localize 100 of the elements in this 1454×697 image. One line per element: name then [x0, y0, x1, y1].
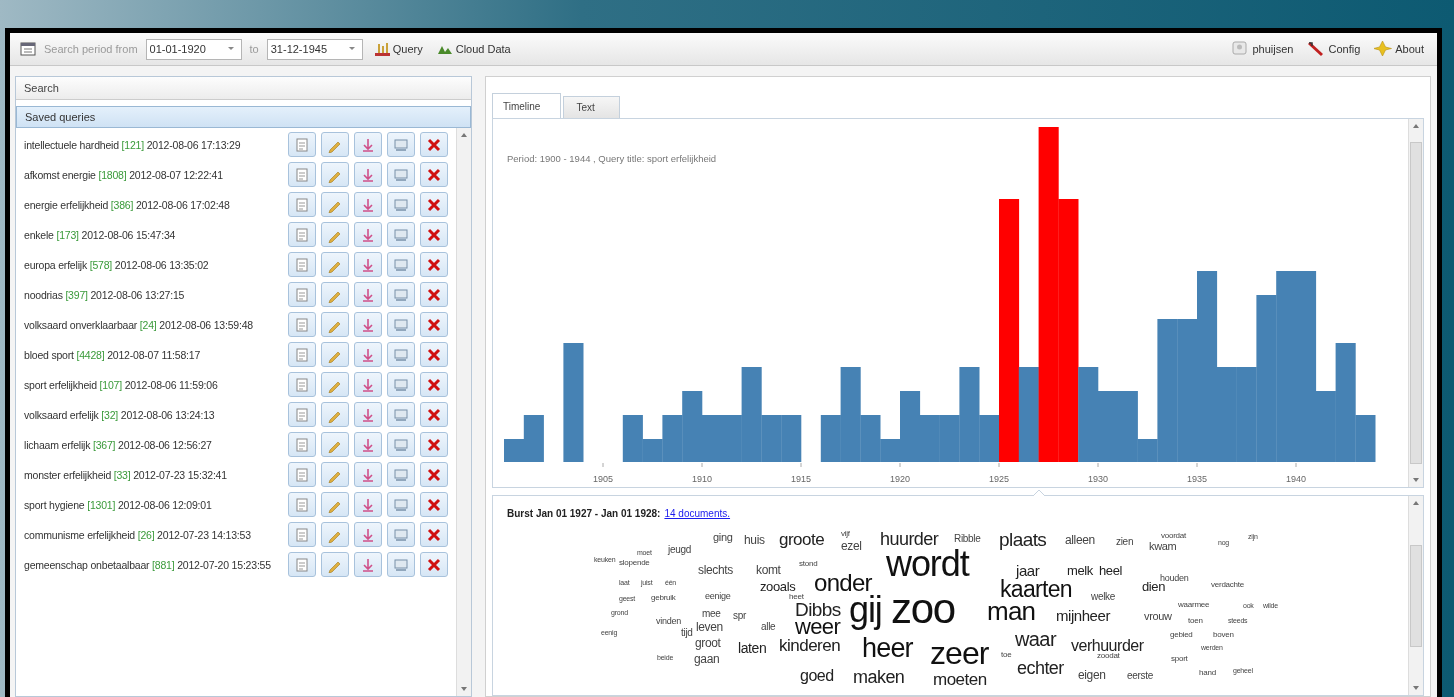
histogram-bar[interactable]	[1296, 271, 1317, 462]
cloud-word[interactable]: ging	[713, 532, 733, 543]
cloud-word[interactable]: kaarten	[1000, 578, 1072, 601]
cloud-word[interactable]: sport	[1171, 655, 1188, 663]
cloud-word[interactable]: alle	[761, 622, 776, 632]
histogram-bar[interactable]	[820, 415, 841, 462]
download-button[interactable]	[354, 552, 382, 577]
cloud-word[interactable]: Dibbs	[795, 600, 841, 619]
display-button[interactable]	[387, 132, 415, 157]
open-button[interactable]	[288, 162, 316, 187]
cloud-word[interactable]: hand	[1199, 669, 1216, 677]
cloud-word[interactable]: kwam	[1149, 541, 1177, 552]
display-button[interactable]	[387, 372, 415, 397]
cloud-word[interactable]: weer	[795, 616, 841, 638]
edit-button[interactable]	[321, 252, 349, 277]
download-button[interactable]	[354, 372, 382, 397]
cloud-word[interactable]: huis	[744, 534, 765, 546]
histogram-bar[interactable]	[1197, 271, 1218, 462]
cloud-word[interactable]: slechts	[698, 564, 733, 576]
download-button[interactable]	[354, 282, 382, 307]
cloud-word[interactable]: echter	[1017, 659, 1064, 677]
cloud-word[interactable]: eerste	[1127, 671, 1153, 681]
cloud-word[interactable]: leven	[696, 621, 723, 633]
delete-button[interactable]	[420, 192, 448, 217]
cloud-word[interactable]: mijnheer	[1056, 608, 1110, 623]
edit-button[interactable]	[321, 492, 349, 517]
cloud-word[interactable]: stond	[799, 560, 818, 568]
cloud-word[interactable]: waarmee	[1178, 601, 1210, 609]
open-button[interactable]	[288, 372, 316, 397]
cloud-word[interactable]: heel	[1099, 564, 1123, 577]
cloud-word[interactable]: mee	[702, 609, 721, 619]
about-button[interactable]: About	[1371, 38, 1427, 60]
cloud-word[interactable]: houden	[1160, 574, 1189, 583]
download-button[interactable]	[354, 312, 382, 337]
cloud-word[interactable]: Ribble	[954, 534, 981, 544]
saved-query-text[interactable]: enkele [173] 2012-08-06 15:47:34	[24, 228, 176, 241]
edit-button[interactable]	[321, 432, 349, 457]
display-button[interactable]	[387, 522, 415, 547]
histogram-bar[interactable]	[1058, 199, 1079, 462]
download-button[interactable]	[354, 132, 382, 157]
display-button[interactable]	[387, 192, 415, 217]
cloud-word[interactable]: man	[987, 598, 1036, 624]
display-button[interactable]	[387, 162, 415, 187]
delete-button[interactable]	[420, 312, 448, 337]
search-panel-header[interactable]: Search	[16, 77, 471, 100]
display-button[interactable]	[387, 402, 415, 427]
open-button[interactable]	[288, 252, 316, 277]
cloud-word[interactable]: moeten	[933, 671, 987, 688]
cloud-word[interactable]: ezel	[841, 540, 862, 552]
download-button[interactable]	[354, 522, 382, 547]
edit-button[interactable]	[321, 192, 349, 217]
cloud-word[interactable]: eenige	[705, 592, 731, 601]
user-button[interactable]: phuijsen	[1228, 38, 1297, 60]
tab[interactable]: Timeline	[492, 93, 562, 119]
delete-button[interactable]	[420, 432, 448, 457]
histogram-bar[interactable]	[662, 415, 683, 462]
saved-query-text[interactable]: intellectuele hardheid [121] 2012-08-06 17:13:29	[24, 138, 241, 151]
scrollbar[interactable]	[456, 128, 471, 696]
display-button[interactable]	[387, 312, 415, 337]
cloud-word[interactable]: zeer	[930, 637, 989, 669]
download-button[interactable]	[354, 192, 382, 217]
cloud-word[interactable]: tijd	[681, 628, 693, 638]
histogram-bar[interactable]	[781, 415, 802, 462]
download-button[interactable]	[354, 402, 382, 427]
to-date-field[interactable]: 31-12-1945	[266, 38, 363, 60]
cloud-word[interactable]: groote	[779, 531, 825, 548]
open-button[interactable]	[288, 492, 316, 517]
cloud-word[interactable]: vrouw	[1144, 611, 1172, 622]
delete-button[interactable]	[420, 282, 448, 307]
cloud-word[interactable]: gaan	[694, 653, 720, 665]
saved-query-text[interactable]: lichaam erfelijk [367] 2012-08-06 12:56:27	[24, 438, 212, 451]
cloud-word[interactable]: verhuurder	[1071, 638, 1144, 654]
download-button[interactable]	[354, 342, 382, 367]
histogram-bar[interactable]	[1038, 127, 1059, 462]
saved-query-text[interactable]: volksaard erfelijk [32] 2012-08-06 13:24:13	[24, 408, 215, 421]
cloud-word[interactable]: komt	[756, 564, 781, 576]
open-button[interactable]	[288, 192, 316, 217]
saved-query-text[interactable]: bloed sport [4428] 2012-08-07 11:58:17	[24, 348, 201, 361]
saved-query-text[interactable]: monster erfelijkheid [33] 2012-07-23 15:32:41	[24, 468, 227, 481]
cloud-word[interactable]: onder	[814, 571, 872, 595]
histogram-bar[interactable]	[860, 415, 881, 462]
cloud-word[interactable]: laten	[738, 641, 767, 655]
cloud-word[interactable]: dien	[1142, 580, 1166, 593]
histogram-bar[interactable]	[523, 415, 544, 462]
histogram-bar[interactable]	[1157, 319, 1178, 462]
open-button[interactable]	[288, 462, 316, 487]
display-button[interactable]	[387, 222, 415, 247]
open-button[interactable]	[288, 432, 316, 457]
saved-query-text[interactable]: afkomst energie [1808] 2012-08-07 12:22:41	[24, 168, 223, 181]
cloud-word[interactable]: gebruik	[651, 594, 676, 602]
cloud-word[interactable]: gij	[849, 592, 882, 628]
open-button[interactable]	[288, 552, 316, 577]
cloud-word[interactable]: toe	[1001, 651, 1012, 659]
saved-query-text[interactable]: communisme erfelijkheid [26] 2012-07-23 14:13:53	[24, 528, 251, 541]
delete-button[interactable]	[420, 132, 448, 157]
display-button[interactable]	[387, 492, 415, 517]
cloud-word[interactable]: melk	[1067, 564, 1093, 577]
cloud-word[interactable]: toen	[1188, 617, 1203, 625]
cloud-word[interactable]: goed	[800, 668, 834, 684]
open-button[interactable]	[288, 342, 316, 367]
